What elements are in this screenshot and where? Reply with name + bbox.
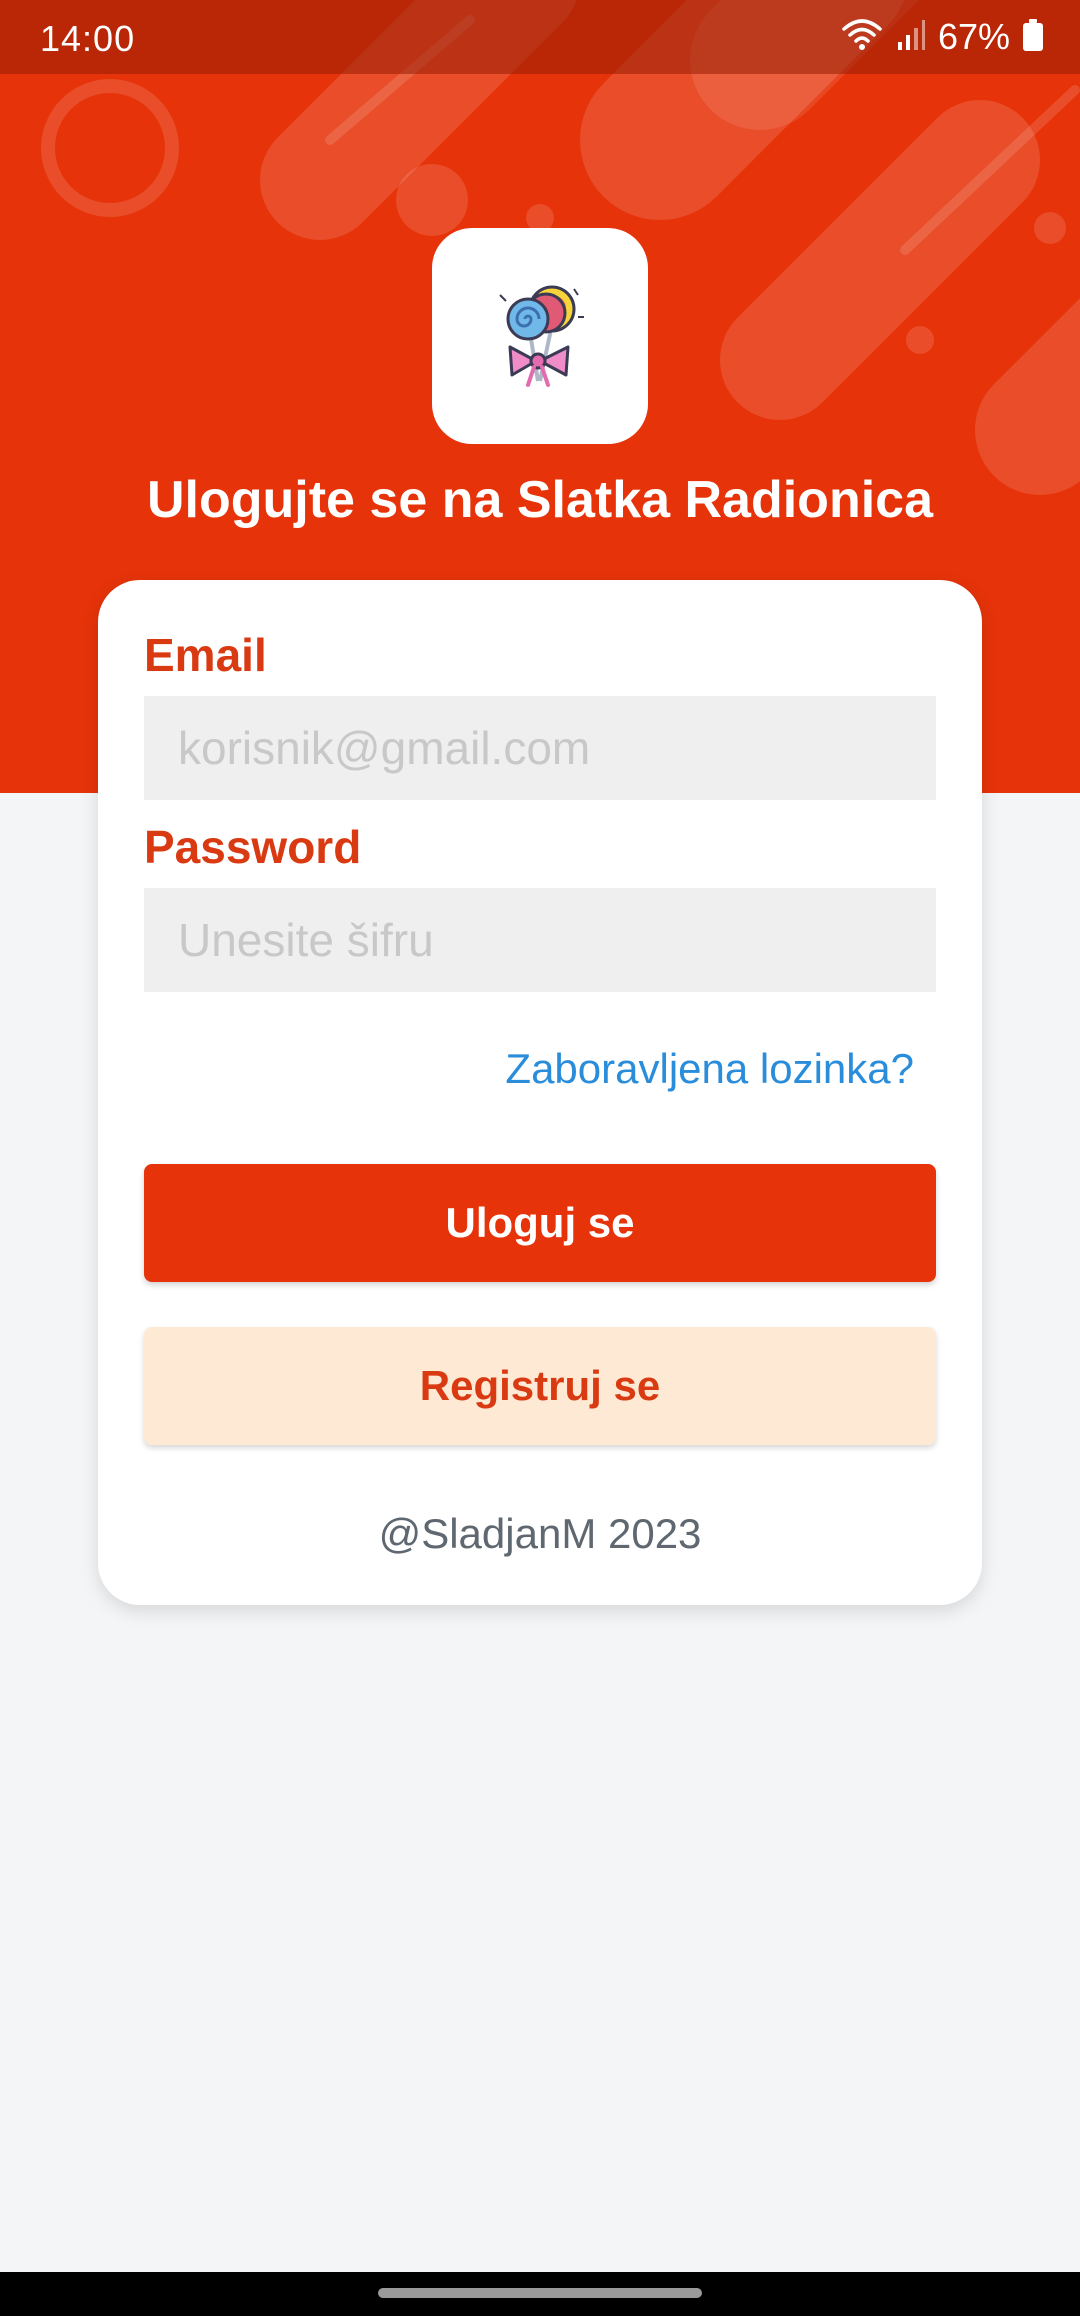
app-logo [432,228,648,444]
login-card: Email Password Zaboravljena lozinka? Ulo… [98,580,982,1605]
password-field[interactable] [144,888,936,992]
navigation-bar [0,2272,1080,2316]
status-bar: 14:00 67% [0,0,1080,74]
forgot-password-link[interactable]: Zaboravljena lozinka? [505,1045,914,1093]
battery-percentage: 67% [937,16,1010,57]
wifi-icon [840,17,884,58]
email-label: Email [144,629,267,681]
status-icons: 67% [840,14,1044,60]
lollipop-candy-icon [499,285,584,387]
register-button[interactable]: Registruj se [144,1327,936,1445]
footer-credit: @SladjanM 2023 [378,1510,702,1557]
page-title: Ulogujte se na Slatka Radionica [147,471,933,529]
email-field[interactable] [144,696,936,800]
signal-icon [896,18,926,57]
status-time: 14:00 [40,18,136,59]
password-label: Password [144,821,362,873]
home-indicator[interactable] [378,2288,702,2298]
battery-icon [1022,18,1044,57]
login-button[interactable]: Uloguj se [144,1164,936,1282]
